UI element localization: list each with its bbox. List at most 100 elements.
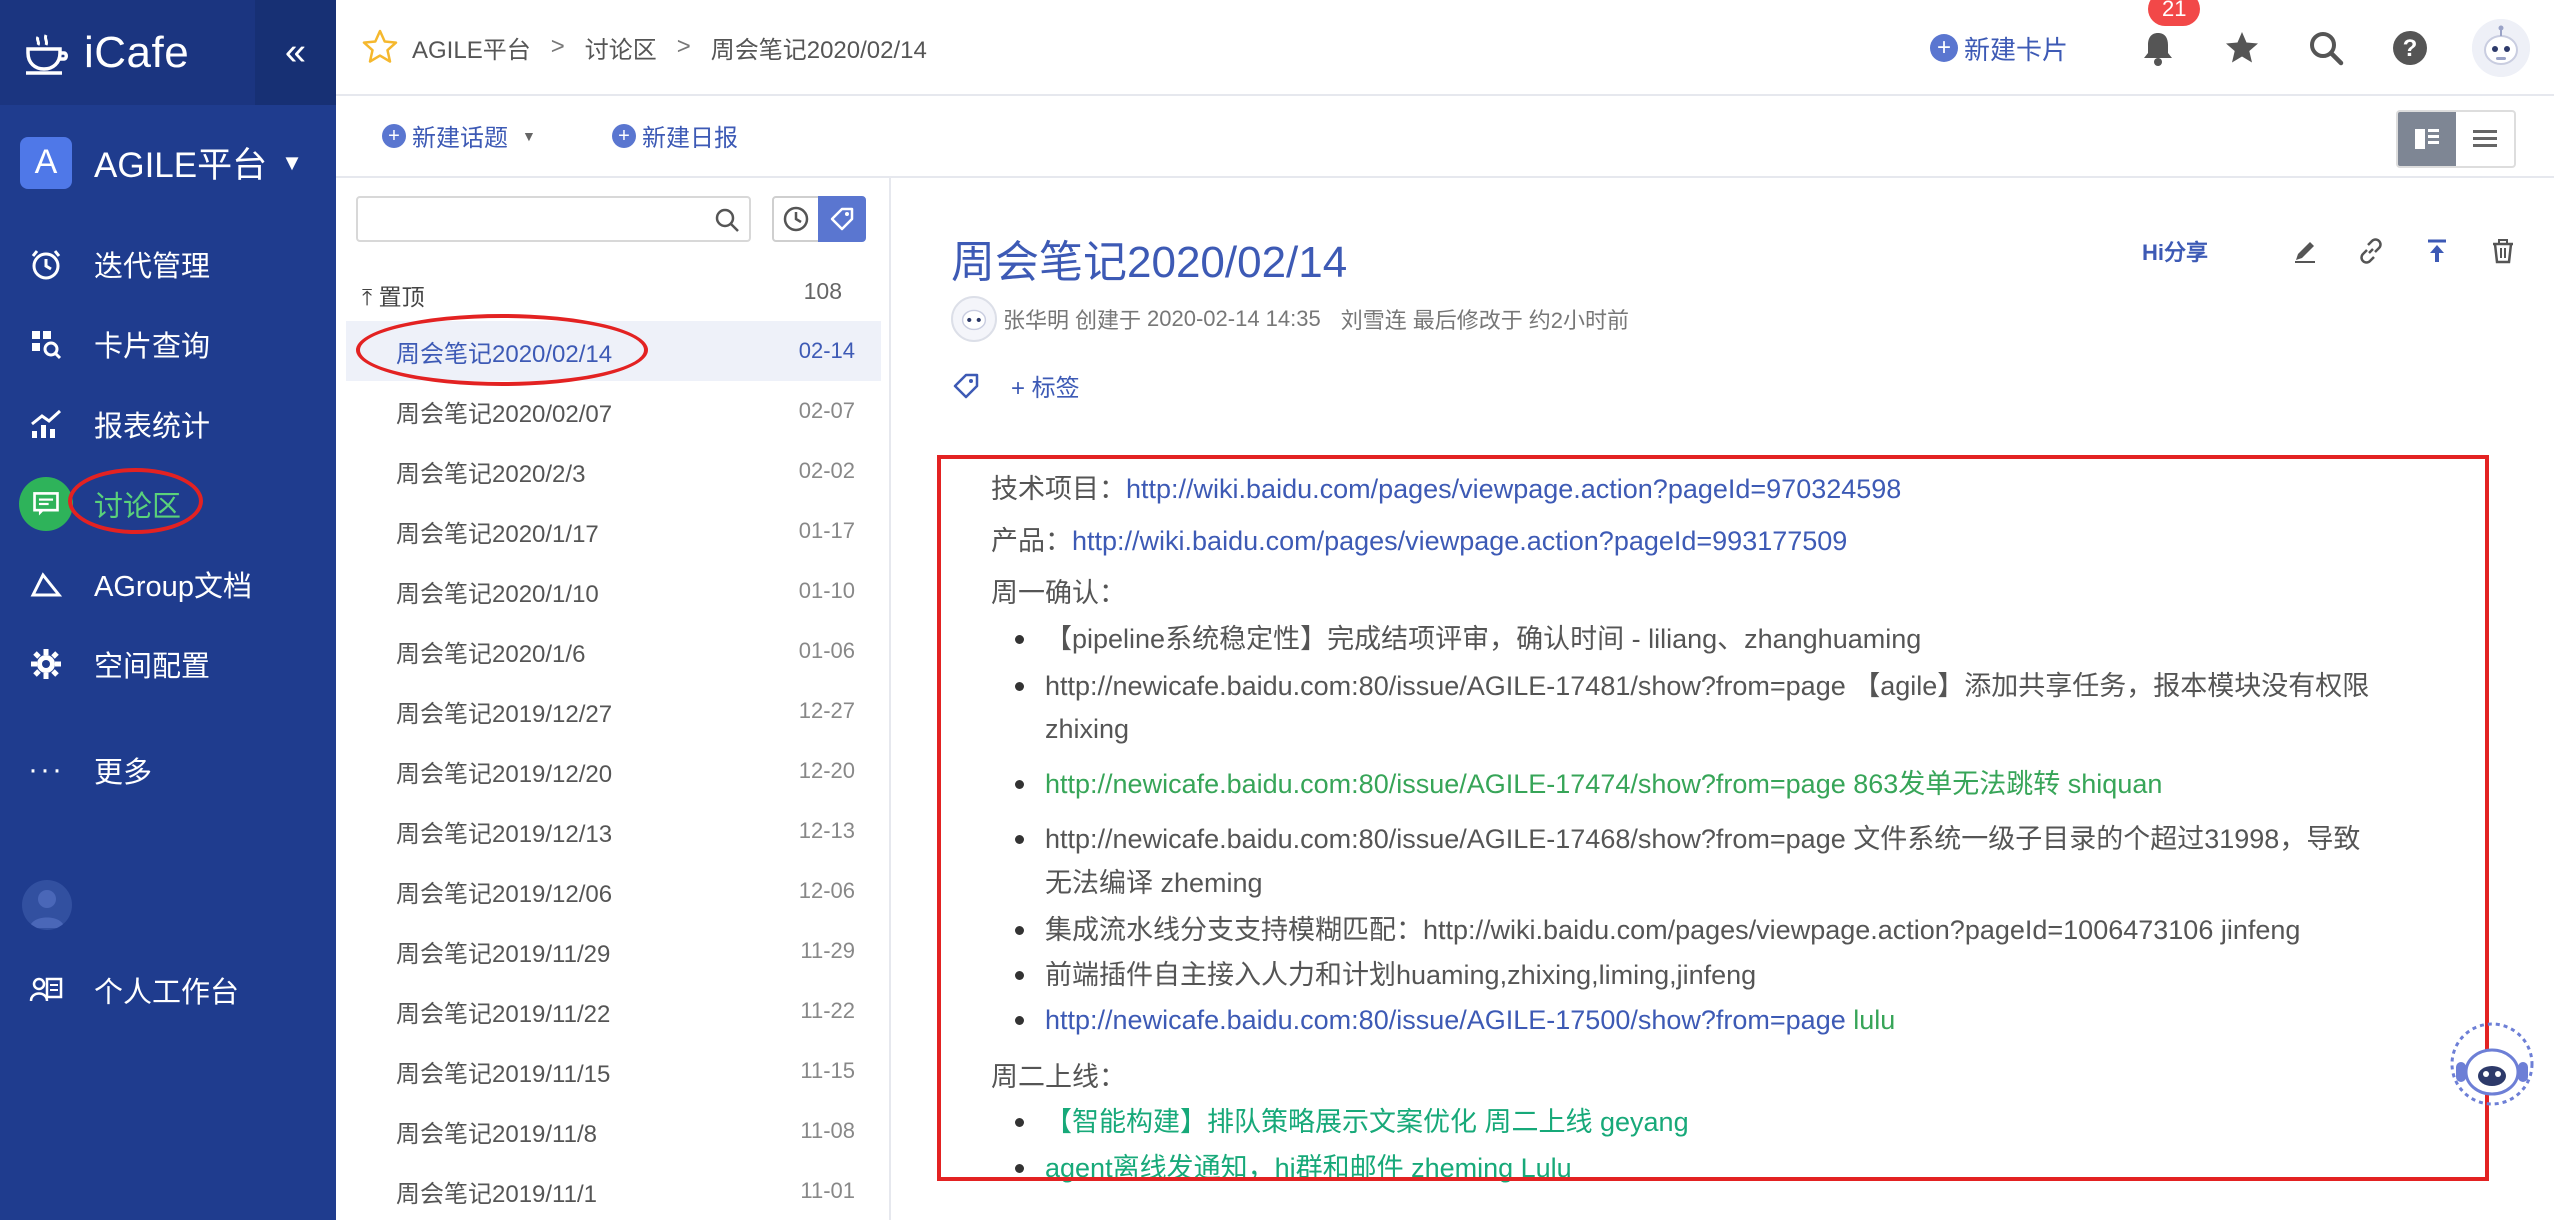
space-name: AGILE平台 — [94, 146, 268, 185]
breadcrumb-discussion[interactable]: 讨论区 — [585, 30, 657, 65]
new-daily-report-button[interactable]: + 新建日报 — [612, 118, 738, 153]
copy-link-button[interactable] — [2354, 234, 2388, 268]
list-item: 【智能构建】排队策略展示文案优化 周二上线 geyang — [1015, 1101, 2371, 1144]
tag-icon — [830, 207, 854, 231]
new-topic-label: 新建话题 — [412, 125, 508, 152]
modifier-name[interactable]: 刘雪连 — [1341, 303, 1407, 335]
new-topic-button[interactable]: + 新建话题 ▼ — [382, 118, 536, 153]
topic-search-input[interactable] — [358, 198, 698, 240]
nav-item-agroup-docs[interactable]: AGroup文档 — [0, 544, 336, 624]
split-view-icon — [2415, 129, 2439, 149]
topic-list-item[interactable]: 周会笔记2019/12/20 12-20 — [346, 741, 881, 801]
topic-list-item[interactable]: 周会笔记2019/11/8 11-08 — [346, 1101, 881, 1161]
topic-list-item[interactable]: 周会笔记2019/11/22 11-22 — [346, 981, 881, 1041]
topic-list-item[interactable]: 周会笔记2019/12/13 12-13 — [346, 801, 881, 861]
new-card-label: 新建卡片 — [1963, 34, 2068, 65]
modified-at: 约2小时前 — [1528, 308, 1630, 333]
pinned-header[interactable]: ⤒ 置顶 108 — [362, 278, 872, 312]
topic-list-item[interactable]: 周会笔记2019/11/1 11-01 — [346, 1161, 881, 1220]
sidebar: iCafe « A AGILE平台 ▼ 迭代管理 卡片查询 报表统计 讨论区 A… — [0, 0, 336, 1220]
list-view-button[interactable] — [2456, 112, 2514, 166]
favorites-button[interactable] — [2220, 26, 2264, 70]
space-switcher[interactable]: A AGILE平台 ▼ — [0, 105, 336, 220]
nav-item-space-settings[interactable]: 空间配置 — [0, 624, 336, 704]
breadcrumb-separator: > — [550, 33, 565, 60]
topic-date: 12-13 — [798, 818, 855, 843]
notification-bell-button[interactable]: 21 — [2136, 0, 2201, 70]
plus-circle-icon: + — [612, 123, 636, 148]
add-tag-button[interactable]: + 标签 — [1011, 368, 1080, 403]
collapse-sidebar-button[interactable]: « — [255, 0, 336, 105]
topic-title: 周会笔记2019/11/15 — [396, 1060, 611, 1088]
list-item-link[interactable]: http://newicafe.baidu.com:80/issue/AGILE… — [1015, 763, 2371, 806]
topic-list-item[interactable]: 周会笔记2019/11/15 11-15 — [346, 1041, 881, 1101]
topic-date: 11-08 — [800, 1118, 855, 1143]
tech-project-line: 技术项目：http://wiki.baidu.com/pages/viewpag… — [991, 468, 2371, 511]
help-button[interactable]: ? — [2388, 26, 2432, 70]
product-link[interactable]: http://wiki.baidu.com/pages/viewpage.act… — [1072, 526, 1847, 556]
nav-label: 卡片查询 — [94, 331, 211, 363]
sort-by-time-button[interactable] — [772, 196, 820, 242]
trash-icon — [2493, 239, 2513, 264]
nav-label: AGroup文档 — [94, 571, 252, 603]
nav-item-more[interactable]: ··· 更多 — [0, 730, 336, 810]
topic-list-item[interactable]: 周会笔记2019/11/29 11-29 — [346, 921, 881, 981]
topic-date: 11-01 — [800, 1178, 855, 1203]
search-icon[interactable] — [713, 206, 741, 234]
card-search-icon — [28, 326, 64, 362]
topic-date: 01-17 — [798, 518, 855, 543]
hi-share-button[interactable]: Hi分享 — [2142, 235, 2208, 267]
topic-title: 周会笔记2020/02/07 — [396, 400, 613, 428]
split-view-button[interactable] — [2398, 112, 2456, 166]
topic-meta: 张华明 创建于 2020-02-14 14:35 刘雪连 最后修改于 约2小时前 — [951, 296, 1635, 342]
created-label: 创建于 — [1075, 308, 1142, 333]
caret-down-icon[interactable]: ▼ — [522, 128, 536, 144]
list-item: http://newicafe.baidu.com:80/issue/AGILE… — [1015, 818, 2371, 904]
clock-icon — [783, 206, 809, 232]
new-card-button[interactable]: + 新建卡片 — [1929, 30, 2068, 67]
tuesday-list: 【智能构建】排队策略展示文案优化 周二上线 geyang agent离线发通知，… — [991, 1101, 2371, 1189]
nav-item-reports[interactable]: 报表统计 — [0, 384, 336, 464]
star-outline-icon[interactable] — [360, 27, 400, 67]
tag-icon — [953, 373, 979, 398]
author-avatar[interactable] — [951, 296, 997, 342]
issue-link[interactable]: http://newicafe.baidu.com:80/issue/AGILE… — [1045, 1005, 1846, 1035]
nav-item-discussion[interactable]: 讨论区 — [0, 464, 336, 544]
topic-list-item[interactable]: 周会笔记2020/02/07 02-07 — [346, 381, 881, 441]
user-avatar[interactable] — [2472, 19, 2530, 77]
pinned-count: 108 — [803, 278, 842, 304]
delete-button[interactable] — [2486, 234, 2520, 268]
topic-list-item[interactable]: 周会笔记2020/1/17 01-17 — [346, 501, 881, 561]
breadcrumb-space[interactable]: AGILE平台 — [412, 30, 531, 65]
tech-project-link[interactable]: http://wiki.baidu.com/pages/viewpage.act… — [1126, 474, 1901, 504]
discussion-icon — [19, 477, 73, 531]
topic-list-item[interactable]: 周会笔记2019/12/06 12-06 — [346, 861, 881, 921]
assistant-robot-icon[interactable] — [2446, 1018, 2538, 1110]
topic-list-item[interactable]: 周会笔记2020/2/3 02-02 — [346, 441, 881, 501]
topic-list-item[interactable]: 周会笔记2020/1/6 01-06 — [346, 621, 881, 681]
app-logo[interactable]: iCafe — [0, 0, 255, 105]
robot-avatar-icon — [961, 309, 987, 331]
nav-item-card-search[interactable]: 卡片查询 — [0, 304, 336, 384]
nav-item-workbench[interactable]: 个人工作台 — [0, 950, 336, 1030]
monday-list: 【pipeline系统稳定性】完成结项评审，确认时间 - liliang、zha… — [991, 618, 2371, 1043]
topic-list-item[interactable]: 周会笔记2019/12/27 12-27 — [346, 681, 881, 741]
topic-title: 周会笔记2019/11/8 — [396, 1120, 597, 1148]
topic-date: 11-22 — [800, 998, 855, 1023]
user-avatar-placeholder-icon[interactable] — [22, 880, 72, 930]
filter-by-tag-button[interactable] — [818, 196, 866, 242]
topic-list-item[interactable]: 周会笔记2020/02/14 02-14 — [346, 321, 881, 381]
author-name[interactable]: 张华明 — [1003, 303, 1069, 335]
nav-item-iteration[interactable]: 迭代管理 — [0, 224, 336, 304]
robot-avatar-icon — [2472, 19, 2530, 77]
tuesday-heading: 周二上线： — [991, 1062, 1126, 1093]
edit-button[interactable] — [2288, 234, 2322, 268]
pin-to-top-button[interactable] — [2420, 234, 2454, 268]
help-icon: ? — [2393, 31, 2427, 65]
topic-date: 02-02 — [798, 458, 855, 483]
topic-title: 周会笔记2020/1/17 — [396, 520, 599, 548]
assignee-name: lulu — [1845, 1005, 1896, 1036]
search-button[interactable] — [2304, 26, 2348, 70]
topic-list-item[interactable]: 周会笔记2020/1/10 01-10 — [346, 561, 881, 621]
modified-label: 最后修改于 — [1412, 308, 1523, 333]
